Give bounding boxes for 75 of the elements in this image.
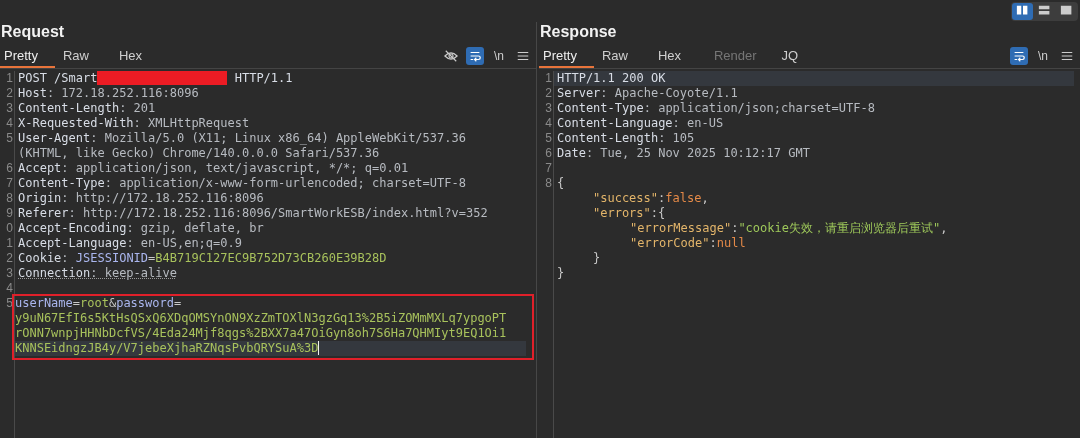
code-line: rONN7wnpjHHNbDcfVS/4Eda24Mjf8qgs%2BXX7a47OiGyn8oh7S6Ha7QHMIyt9EQ1Oi1 [15,326,508,341]
line-number: 4 [539,116,554,131]
wrap-icon [1012,49,1026,63]
code-line: Content-Type: application/json;charset=UTF-8 [556,101,876,116]
code-line: Host: 172.18.252.116:8096 [17,86,200,101]
tab[interactable]: JQ [777,44,830,68]
code-text: HTTP/1.1 [233,71,293,85]
columns-icon [1015,4,1030,18]
newline-toggle[interactable]: \n [490,47,508,65]
line-number: 4 [0,116,15,131]
code-line: X-Requested-With: XMLHttpRequest [17,116,251,131]
menu-icon [516,49,530,63]
line-number: 0 [0,221,15,236]
wrap-icon [468,49,482,63]
line-number: 2 [0,251,15,266]
line-number: 6 [0,161,15,176]
code-line: KNNSEidngzJB4y/V7jebeXjhaRZNqsPvbQRYSuA%3D [15,341,319,355]
layout-button[interactable] [1012,2,1033,20]
line-number: 5 [0,296,15,311]
tab[interactable]: Pretty [539,44,594,68]
code-line: User-Agent: Mozilla/5.0 (X11; Linux x86_64) AppleWebKit/537.36 [17,131,467,146]
code-line: Server: Apache-Coyote/1.1 [556,86,739,101]
line-number: 7 [0,176,15,191]
newline-toggle[interactable]: \n [1034,47,1052,65]
code-line: "errorCode":null [629,236,747,251]
wrap-button[interactable] [466,47,484,65]
code-line: Accept: application/json, text/javascript, */*; q=0.01 [17,161,410,176]
code-line: userName=root&password= [15,296,183,311]
line-number: 8 [539,176,554,191]
eye-off-icon [444,49,458,63]
code-text: POST /Smart [18,71,98,85]
line-number: 3 [539,101,554,116]
tab[interactable]: Pretty [0,44,55,68]
rows-icon [1037,4,1052,18]
line-number: 3 [0,266,15,281]
code-line: Cookie: JSESSIONID=B4B719C127EC9B752D73CB260E39B28D [17,251,388,266]
line-number: 1 [0,236,15,251]
line-number: 2 [539,86,554,101]
tab[interactable]: Raw [597,44,650,68]
code-line: y9uN67EfI6s5KtHsQSxQ6XDqOMSYnON9XzZmTOXlN3gzGq13%2B5iZOMmMXLq7ypgoPT [15,311,508,326]
code-line: Accept-Language: en-US,en;q=0.9 [17,236,243,251]
code-line: Origin: http://172.18.252.116:8096 [17,191,265,206]
panel-title: Response [539,22,617,42]
code-line: Content-Length: 105 [556,131,696,146]
code-line: (KHTML, like Gecko) Chrome/140.0.0.0 Safari/537.36 [17,146,381,161]
line-number: 6 [539,146,554,161]
code-line: "success":false, [592,191,710,206]
code-line: Connection: keep-alive [17,266,178,281]
code-line: Referer: http://172.18.252.116:8096/SmartWorkESB/index.html?v=352 [17,206,489,221]
line-number: 1 [0,71,15,86]
tab[interactable]: Raw [58,44,111,68]
line-number: 7 [539,161,554,176]
line-number: 5 [539,131,554,146]
wrap-button[interactable] [1010,47,1028,65]
code-line: "errors":{ [592,206,667,221]
menu-icon [1060,49,1074,63]
line-number: 8 [0,191,15,206]
tab[interactable]: Hex [114,44,167,68]
code-line: Content-Language: en-US [556,116,725,131]
panel-title: Request [0,22,65,42]
line-number: 9 [0,206,15,221]
line-number: 3 [0,101,15,116]
code-line: Date: Tue, 25 Nov 2025 10:12:17 GMT [556,146,811,161]
code-line: Accept-Encoding: gzip, deflate, br [17,221,265,236]
tab[interactable]: Hex [653,44,706,68]
line-number: 5 [0,131,15,146]
single-pane-icon [1059,4,1074,18]
code-line: Content-Type: application/x-www-form-urlencoded; charset=UTF-8 [17,176,467,191]
line-number: 2 [0,86,15,101]
code-line: { [556,176,566,191]
code-line: } [592,251,602,266]
line-number: 4 [0,281,15,296]
code-line: } [556,266,566,281]
code-line: Content-Length: 201 [17,101,157,116]
code-line: "errorMessage":"cookie失效，请重启浏览器后重试", [629,221,949,236]
